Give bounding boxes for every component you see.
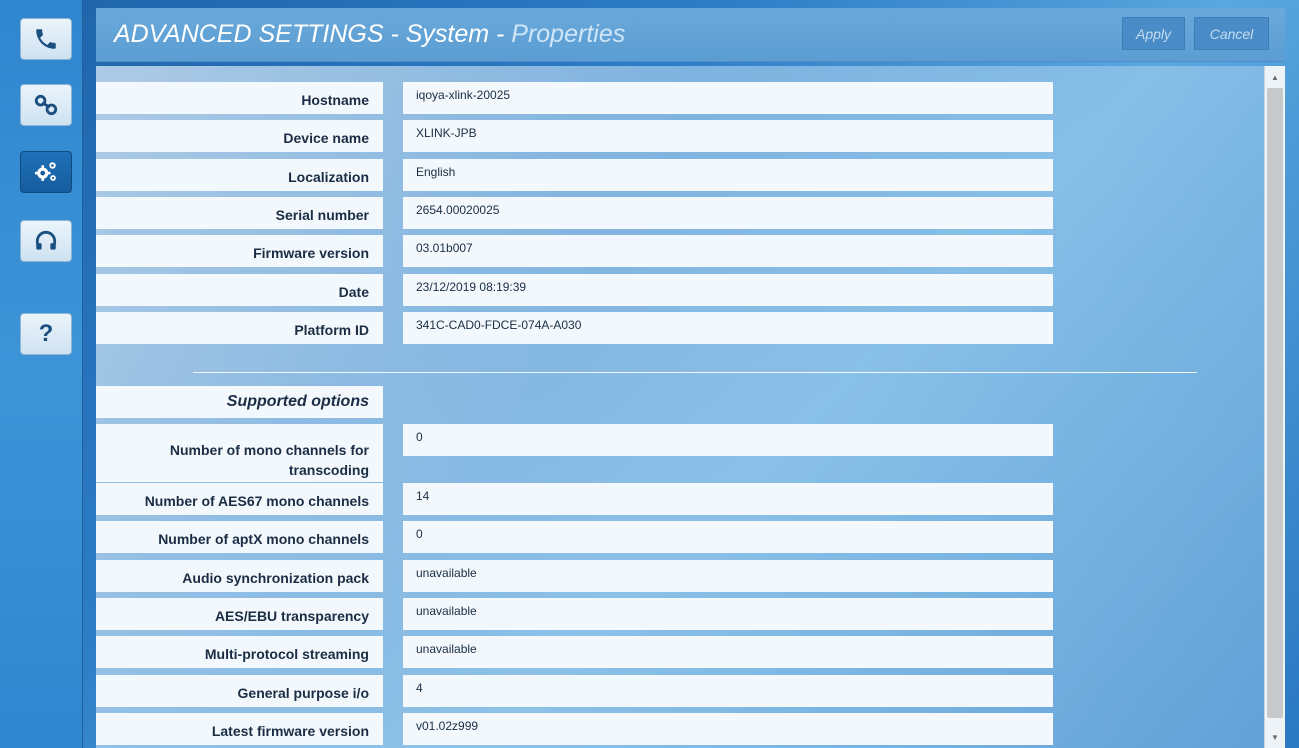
help-icon: ? [38, 320, 54, 347]
sidebar-item-help[interactable]: ? [20, 313, 72, 355]
option-value: 4 [403, 675, 1053, 707]
platform-id-value: 341C-CAD0-FDCE-074A-A030 [403, 312, 1053, 344]
cancel-button[interactable]: Cancel [1194, 17, 1269, 50]
page-title-main: ADVANCED SETTINGS - System - [114, 20, 512, 48]
option-value: 14 [403, 483, 1053, 515]
phone-icon [36, 29, 56, 49]
localization-value: English [403, 159, 1053, 191]
gears-icon [34, 162, 56, 181]
headphones-icon [35, 230, 57, 250]
scroll-up-icon[interactable]: ▲ [1265, 68, 1285, 86]
firmware-version-value: 03.01b007 [403, 235, 1053, 267]
option-value: 0 [403, 521, 1053, 553]
sidebar: ? [0, 0, 83, 748]
hostname-value: iqoya-xlink-20025 [403, 82, 1053, 114]
option-label: AES/EBU transparency [96, 598, 383, 630]
device-name-value: XLINK-JPB [403, 120, 1053, 152]
link-icon [34, 94, 58, 116]
option-label: General purpose i/o [96, 675, 383, 707]
option-label: Number of mono channels for transcoding [96, 424, 383, 482]
page-title-sub: Properties [511, 20, 626, 48]
option-value: 0 [403, 424, 1053, 456]
scroll-thumb[interactable] [1267, 88, 1283, 718]
property-label: Firmware version [96, 235, 383, 267]
date-value: 23/12/2019 08:19:39 [403, 274, 1053, 306]
page-title: ADVANCED SETTINGS - System - Properties [114, 20, 625, 49]
supported-options-title: Supported options [96, 386, 383, 418]
option-label: Number of AES67 mono channels [96, 483, 383, 515]
option-label: Audio synchronization pack [96, 560, 383, 592]
sidebar-item-links[interactable] [20, 84, 72, 126]
property-label: Hostname [96, 82, 383, 114]
property-label: Device name [96, 120, 383, 152]
property-label: Platform ID [96, 312, 383, 344]
option-value: unavailable [403, 598, 1053, 630]
sidebar-item-monitoring[interactable] [20, 220, 72, 262]
vertical-scrollbar[interactable]: ▲ ▼ [1264, 66, 1285, 748]
option-value: unavailable [403, 560, 1053, 592]
option-value: v01.02z999 [403, 713, 1053, 745]
property-label: Serial number [96, 197, 383, 229]
apply-button[interactable]: Apply [1122, 17, 1185, 50]
option-label: Multi-protocol streaming [96, 636, 383, 668]
properties-panel: Hostname iqoya-xlink-20025 Device name X… [96, 66, 1264, 748]
serial-number-value: 2654.00020025 [403, 197, 1053, 229]
option-label: Latest firmware version [96, 713, 383, 745]
option-value: unavailable [403, 636, 1053, 668]
sidebar-item-advanced-settings[interactable] [20, 151, 72, 193]
scroll-down-icon[interactable]: ▼ [1265, 728, 1285, 746]
property-label: Date [96, 274, 383, 306]
property-label: Localization [96, 159, 383, 191]
sidebar-item-calls[interactable] [20, 18, 72, 60]
page-header: ADVANCED SETTINGS - System - Properties … [96, 8, 1285, 62]
option-label: Number of aptX mono channels [96, 521, 383, 553]
section-divider [193, 372, 1197, 373]
